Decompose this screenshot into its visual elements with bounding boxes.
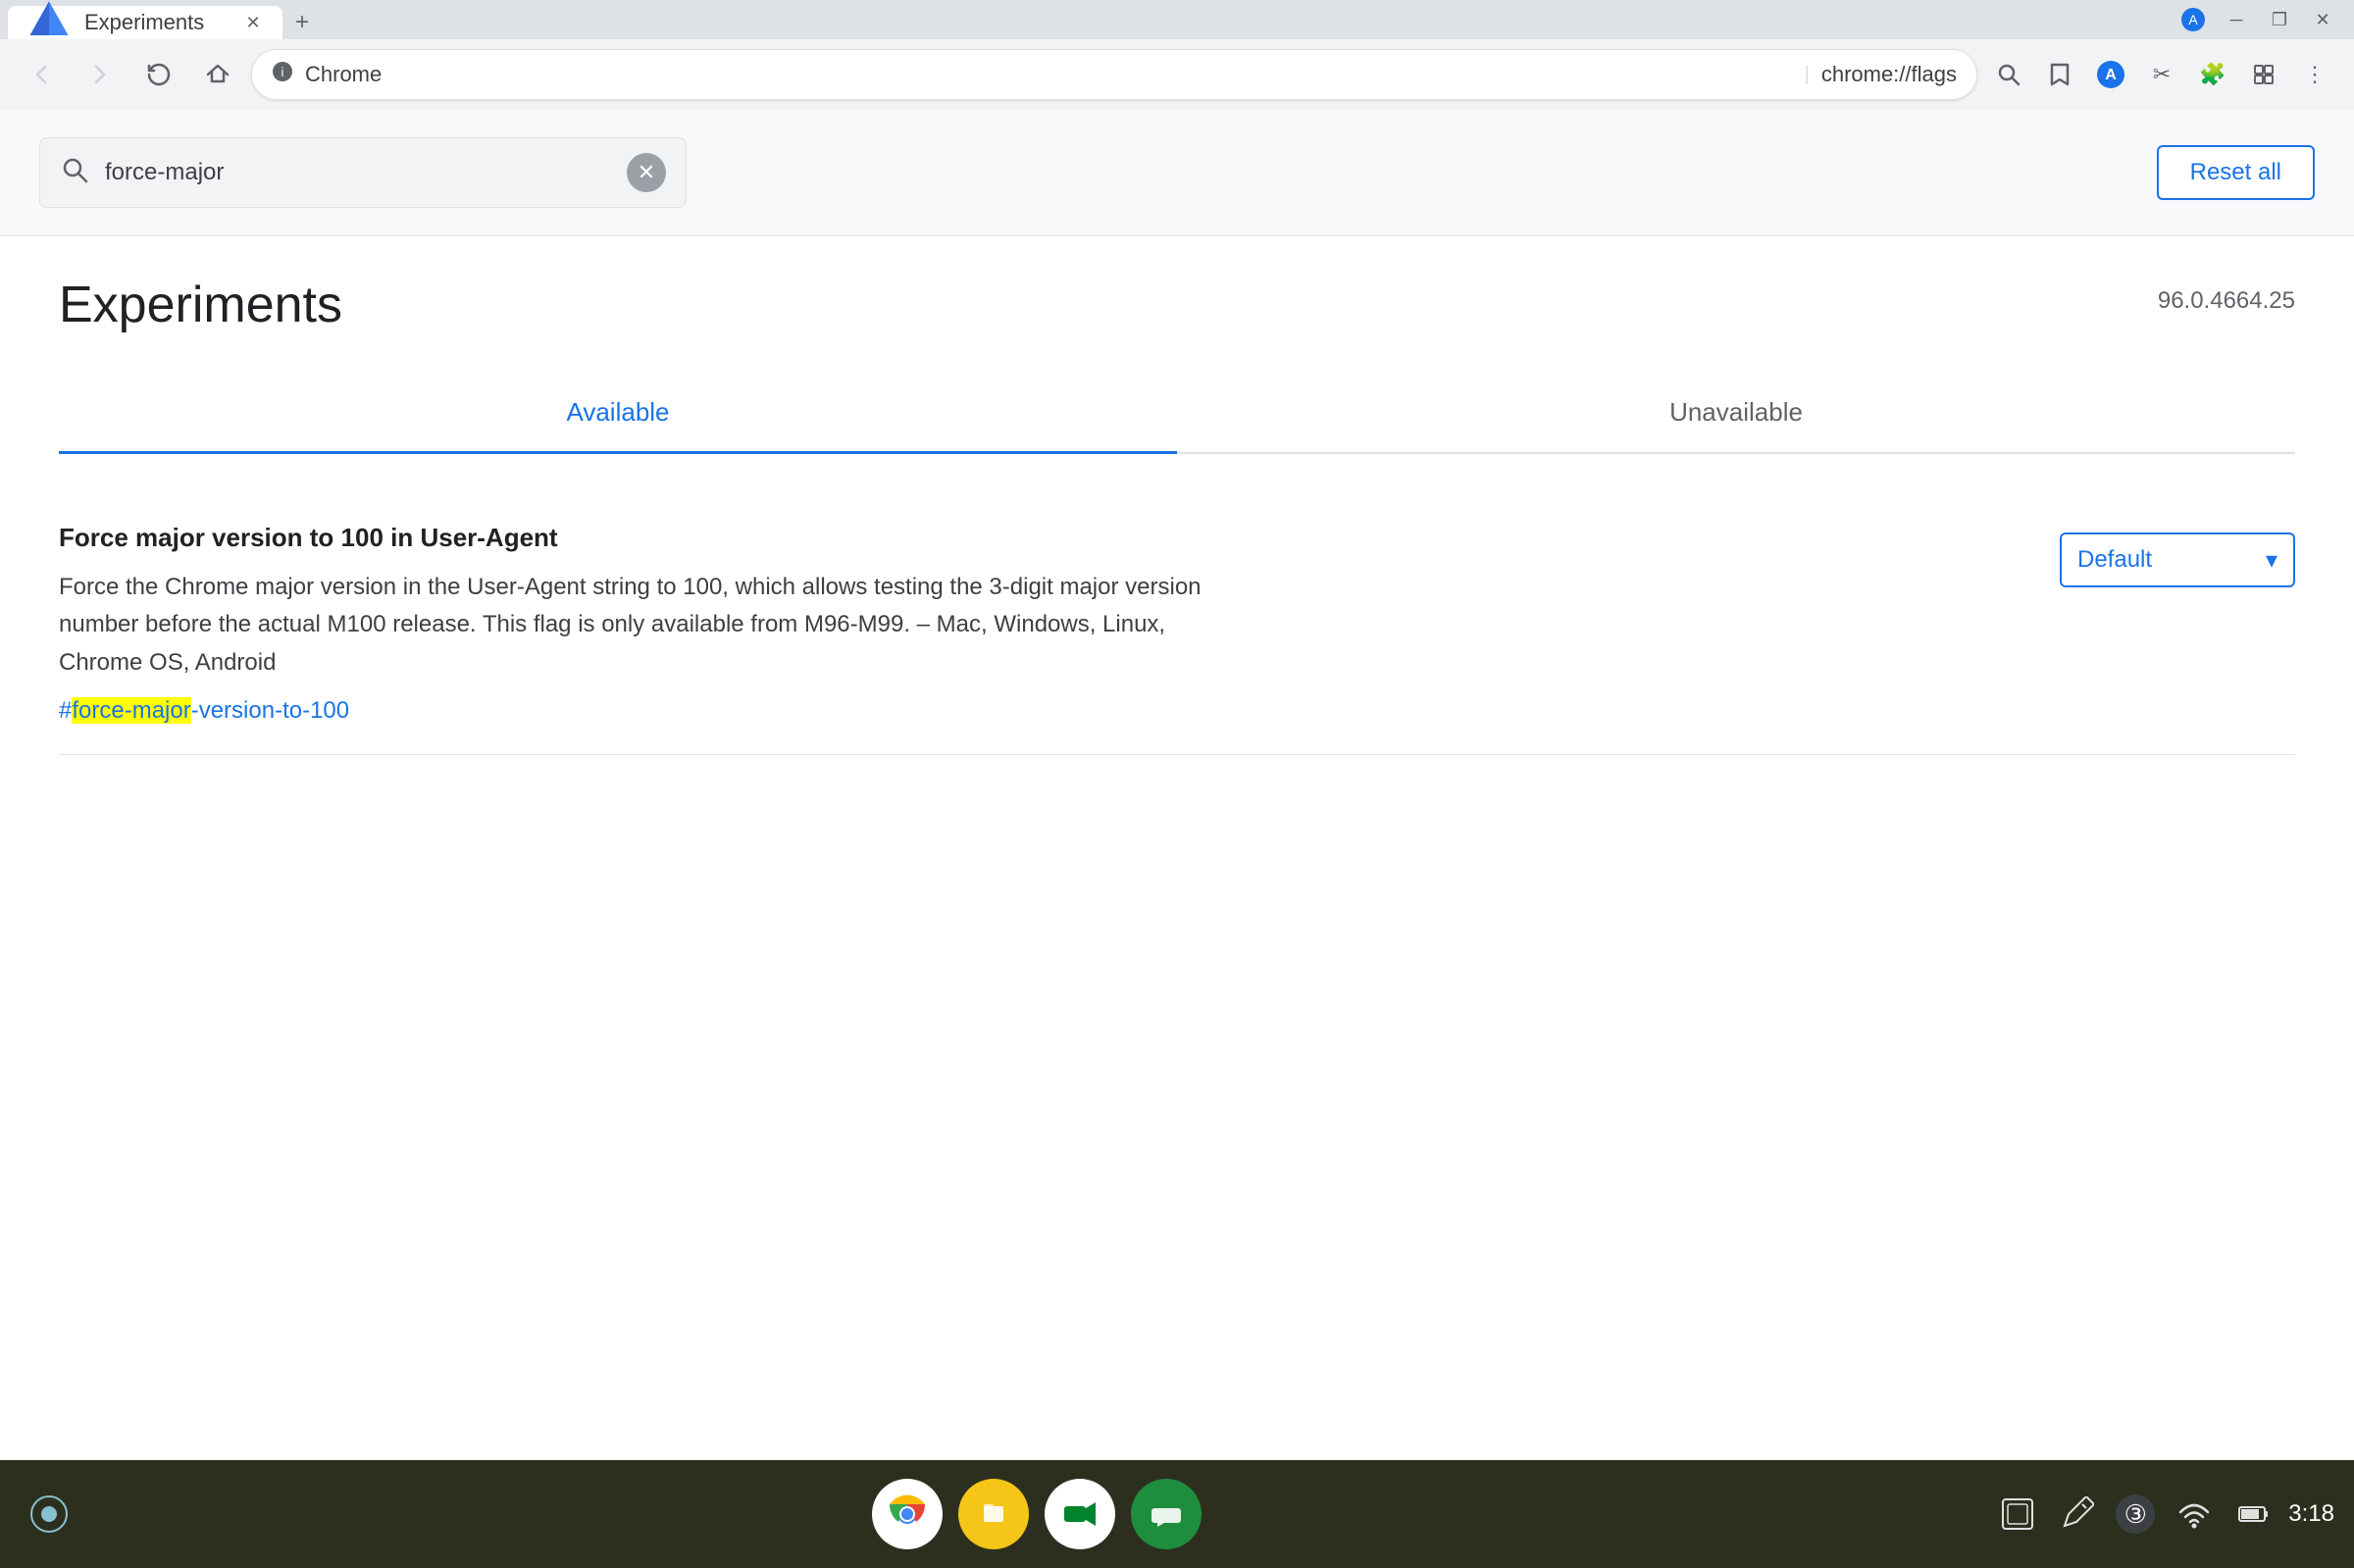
flag-link-prefix: #	[59, 697, 72, 724]
active-tab[interactable]: Experiments ✕	[8, 6, 282, 39]
taskbar-left	[20, 1485, 78, 1543]
tab-available[interactable]: Available	[59, 374, 1177, 454]
flags-header: Experiments 96.0.4664.25	[59, 276, 2295, 334]
profile-dot-icon: A	[2174, 6, 2213, 33]
address-separator: |	[1805, 64, 1810, 86]
bookmark-icon[interactable]	[2036, 51, 2083, 98]
search-box[interactable]: ✕	[39, 137, 687, 208]
taskbar-launcher[interactable]	[20, 1485, 78, 1543]
search-input[interactable]	[105, 159, 611, 186]
tab-title: Experiments	[84, 10, 230, 35]
reset-all-button[interactable]: Reset all	[2157, 145, 2315, 200]
tab-close-button[interactable]: ✕	[239, 9, 267, 36]
svg-text:i: i	[281, 65, 284, 79]
flag-dropdown-arrow-icon: ▾	[2266, 546, 2277, 575]
home-button[interactable]	[192, 49, 243, 100]
toolbar-icons: A ✂ 🧩 ⋮	[1985, 51, 2338, 98]
reload-button[interactable]	[133, 49, 184, 100]
security-icon: i	[272, 61, 293, 88]
taskbar-time: 3:18	[2288, 1500, 2334, 1528]
wifi-icon[interactable]	[2171, 1491, 2218, 1538]
taskbar: ③ 3:18	[0, 1460, 2354, 1568]
tab-favicon	[24, 0, 75, 48]
flag-title: Force major version to 100 in User-Agent	[59, 523, 1236, 553]
badge-count: ③	[2116, 1494, 2155, 1534]
flag-dropdown[interactable]: Default ▾	[2060, 532, 2295, 587]
nav-bar: i Chrome | chrome://flags A ✂ 🧩 ⋮	[0, 39, 2354, 110]
taskbar-app-chrome[interactable]	[872, 1479, 943, 1549]
forward-button[interactable]	[75, 49, 126, 100]
page-content: ✕ Reset all Experiments 96.0.4664.25 Ava…	[0, 110, 2354, 1460]
search-magnifier-icon	[60, 155, 89, 191]
flag-link-suffix: -version-to-100	[191, 697, 349, 724]
flag-dropdown-value: Default	[2077, 546, 2152, 574]
taskbar-app-files[interactable]	[958, 1479, 1029, 1549]
maximize-button[interactable]: ❐	[2260, 6, 2299, 33]
window-controls: A ─ ❐ ✕	[2174, 6, 2342, 33]
pen-icon[interactable]	[2053, 1491, 2100, 1538]
taskbar-app-meet[interactable]	[1045, 1479, 1115, 1549]
version-text: 96.0.4664.25	[2158, 287, 2295, 315]
taskbar-right: ③ 3:18	[1994, 1491, 2334, 1538]
flag-item: Force major version to 100 in User-Agent…	[59, 493, 2295, 755]
close-button[interactable]: ✕	[2303, 6, 2342, 33]
menu-icon[interactable]: ⋮	[2291, 51, 2338, 98]
flag-description: Force the Chrome major version in the Us…	[59, 569, 1236, 682]
extension2-icon[interactable]	[2240, 51, 2287, 98]
battery-icon	[2229, 1491, 2277, 1538]
minimize-button[interactable]: ─	[2217, 6, 2256, 33]
profile-circle-icon[interactable]: A	[2087, 51, 2134, 98]
address-bar[interactable]: i Chrome | chrome://flags	[251, 49, 1977, 100]
search-icon[interactable]	[1985, 51, 2032, 98]
notification-badge[interactable]: ③	[2112, 1491, 2159, 1538]
svg-text:A: A	[2188, 12, 2198, 27]
tab-unavailable[interactable]: Unavailable	[1177, 374, 2295, 454]
puzzle-icon[interactable]: 🧩	[2189, 51, 2236, 98]
scissors-icon[interactable]: ✂	[2138, 51, 2185, 98]
new-tab-button[interactable]: +	[282, 6, 322, 39]
svg-text:A: A	[2105, 67, 2117, 83]
flag-info: Force major version to 100 in User-Agent…	[59, 523, 1236, 725]
address-brand: Chrome	[305, 62, 1793, 87]
flag-dropdown-wrapper: Default ▾	[2060, 523, 2295, 587]
screenshot-icon[interactable]	[1994, 1491, 2041, 1538]
title-bar: Experiments ✕ + A ─ ❐ ✕	[0, 0, 2354, 39]
flags-main: Experiments 96.0.4664.25 Available Unava…	[0, 236, 2354, 794]
flags-tabs: Available Unavailable	[59, 374, 2295, 454]
address-url: chrome://flags	[1821, 62, 1957, 87]
flag-anchor-link[interactable]: #force-major-version-to-100	[59, 697, 349, 724]
clear-search-button[interactable]: ✕	[627, 153, 666, 192]
back-button[interactable]	[16, 49, 67, 100]
page-title: Experiments	[59, 276, 342, 334]
taskbar-center	[78, 1479, 1994, 1549]
taskbar-app-chat[interactable]	[1131, 1479, 1202, 1549]
flag-link-highlight: force-major	[72, 697, 190, 724]
flags-search-area: ✕ Reset all	[0, 110, 2354, 236]
